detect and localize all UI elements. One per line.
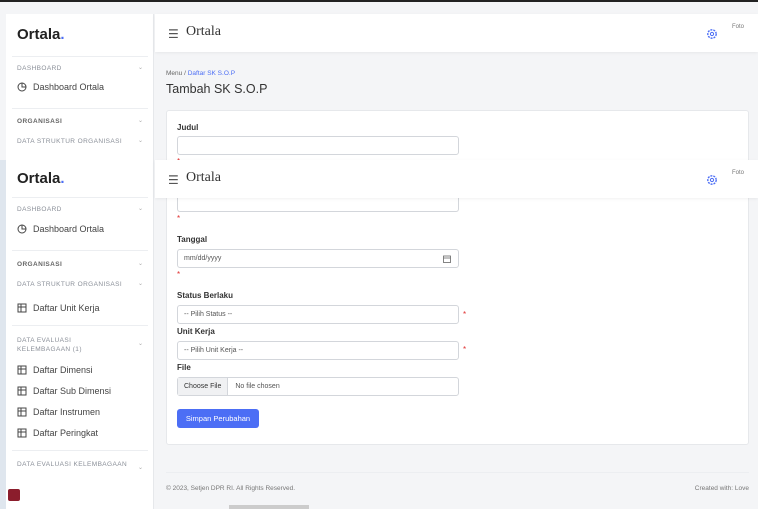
- file-input[interactable]: Choose File No file chosen: [177, 377, 459, 396]
- unit-kerja-select[interactable]: -- Pilih Unit Kerja --: [177, 341, 459, 360]
- breadcrumb: Menu / Daftar SK S.O.P: [166, 70, 235, 77]
- tanggal-input[interactable]: mm/dd/yyyy: [177, 249, 459, 268]
- app-logo-icon: [8, 489, 20, 501]
- status-select[interactable]: -- Pilih Status --: [177, 305, 459, 324]
- breadcrumb-sep: /: [184, 70, 186, 77]
- top-header: ☰ Ortala Foto: [155, 14, 758, 52]
- chevron-down-icon[interactable]: ⌄: [138, 137, 143, 144]
- sidebar-divider: [12, 197, 148, 198]
- sidebar-item-label: Daftar Unit Kerja: [33, 303, 100, 313]
- required-mark: *: [177, 270, 181, 279]
- table-icon: [17, 428, 27, 438]
- required-mark: *: [463, 345, 467, 354]
- sidebar-divider: [12, 56, 148, 57]
- file-status: No file chosen: [235, 383, 280, 390]
- tanggal-label: Tanggal: [177, 235, 208, 244]
- pie-chart-icon: [17, 224, 27, 234]
- file-label: File: [177, 363, 191, 372]
- section-organisasi[interactable]: ORGANISASI: [17, 261, 62, 268]
- top-border: [0, 0, 758, 2]
- avatar-alt: Foto: [732, 170, 745, 176]
- section-struktur[interactable]: DATA STRUKTUR ORGANISASI: [17, 281, 122, 288]
- sidebar-item-unit-kerja[interactable]: Daftar Unit Kerja: [17, 303, 100, 313]
- footer-divider: [166, 472, 749, 473]
- menu-icon[interactable]: ☰: [168, 27, 179, 41]
- section-organisasi[interactable]: ORGANISASI: [17, 118, 62, 125]
- breadcrumb-root[interactable]: Menu: [166, 70, 182, 77]
- pie-chart-icon: [17, 82, 27, 92]
- section-dashboard[interactable]: DASHBOARD: [17, 65, 62, 72]
- brand-dot: .: [60, 26, 65, 43]
- table-icon: [17, 303, 27, 313]
- sidebar-sticky: Ortala. DASHBOARD ⌄ Dashboard Ortala ORG…: [6, 160, 154, 509]
- page-title: Tambah SK S.O.P: [166, 82, 268, 96]
- sidebar-item-label: Dashboard Ortala: [33, 82, 105, 92]
- footer-copyright: © 2023, Setjen DPR RI. All Rights Reserv…: [166, 485, 296, 492]
- brand-logo[interactable]: Ortala.: [17, 26, 65, 43]
- required-mark: *: [463, 310, 467, 319]
- chevron-down-icon[interactable]: ⌄: [138, 64, 143, 71]
- sidebar-item-sub-dimensi[interactable]: Daftar Sub Dimensi: [17, 386, 111, 396]
- app-window: Ortala. DASHBOARD ⌄ Dashboard Ortala ORG…: [0, 0, 758, 509]
- menu-icon[interactable]: ☰: [168, 173, 179, 187]
- footer-credit: Created with: Love: [694, 485, 749, 492]
- status-label: Status Berlaku: [177, 291, 234, 300]
- sidebar-item-dashboard-ortala[interactable]: Dashboard Ortala: [17, 82, 104, 92]
- sidebar-item-label: Daftar Instrumen: [33, 407, 101, 417]
- brand-dot: .: [60, 170, 65, 187]
- sidebar-divider: [12, 108, 148, 109]
- brand-name: Ortala: [17, 26, 61, 43]
- header-title: Ortala: [186, 24, 221, 39]
- footer: © 2023, Setjen DPR RI. All Rights Reserv…: [166, 485, 749, 492]
- required-mark: *: [177, 214, 181, 223]
- sidebar-item-label: Daftar Sub Dimensi: [33, 386, 112, 396]
- avatar-alt: Foto: [732, 24, 745, 30]
- unit-kerja-label: Unit Kerja: [177, 327, 215, 336]
- sidebar-item-label: Daftar Peringkat: [33, 428, 99, 438]
- sidebar-item-peringkat[interactable]: Daftar Peringkat: [17, 428, 98, 438]
- section-dashboard[interactable]: DASHBOARD: [17, 206, 62, 213]
- brand-name: Ortala: [17, 170, 61, 187]
- scrollbar[interactable]: [229, 505, 309, 509]
- header-title: Ortala: [186, 170, 221, 185]
- avatar[interactable]: Foto: [732, 170, 748, 186]
- section-struktur[interactable]: DATA STRUKTUR ORGANISASI: [17, 138, 122, 145]
- brand-logo[interactable]: Ortala.: [17, 170, 65, 187]
- sidebar-item-label: Daftar Dimensi: [33, 365, 93, 375]
- judul-input[interactable]: [177, 136, 459, 155]
- sidebar-divider: [12, 325, 148, 326]
- tanggal-placeholder: mm/dd/yyyy: [184, 255, 222, 262]
- chevron-down-icon[interactable]: ⌄: [138, 205, 143, 212]
- judul-label: Judul: [177, 123, 199, 132]
- table-icon: [17, 386, 27, 396]
- sidebar-item-dimensi[interactable]: Daftar Dimensi: [17, 365, 93, 375]
- sidebar-item-label: Dashboard Ortala: [33, 224, 105, 234]
- table-icon: [17, 365, 27, 375]
- sticky-header: ☰ Ortala Foto: [155, 160, 758, 198]
- table-icon: [17, 407, 27, 417]
- choose-file-button[interactable]: Choose File: [178, 378, 229, 395]
- chevron-down-icon[interactable]: ⌄: [138, 340, 143, 347]
- gear-icon[interactable]: [706, 174, 718, 186]
- sidebar-item-instrumen[interactable]: Daftar Instrumen: [17, 407, 100, 417]
- breadcrumb-current[interactable]: Daftar SK S.O.P: [188, 70, 235, 77]
- calendar-icon[interactable]: [443, 255, 451, 263]
- sidebar-divider: [12, 250, 148, 251]
- sidebar-item-dashboard-ortala[interactable]: Dashboard Ortala: [17, 224, 104, 234]
- save-button[interactable]: Simpan Perubahan: [177, 409, 259, 428]
- left-edge: [0, 160, 6, 509]
- section-evaluasi-2[interactable]: DATA EVALUASI KELEMBAGAAN: [17, 461, 127, 468]
- avatar[interactable]: Foto: [732, 24, 748, 40]
- chevron-down-icon[interactable]: ⌄: [138, 280, 143, 287]
- gear-icon[interactable]: [706, 28, 718, 40]
- chevron-down-icon[interactable]: ⌄: [138, 117, 143, 124]
- chevron-down-icon[interactable]: ⌄: [138, 464, 143, 471]
- chevron-down-icon[interactable]: ⌄: [138, 260, 143, 267]
- sidebar-divider: [12, 450, 148, 451]
- sidebar: Ortala. DASHBOARD ⌄ Dashboard Ortala ORG…: [6, 14, 154, 160]
- section-evaluasi-1[interactable]: DATA EVALUASI KELEMBAGAAN (1): [17, 336, 127, 354]
